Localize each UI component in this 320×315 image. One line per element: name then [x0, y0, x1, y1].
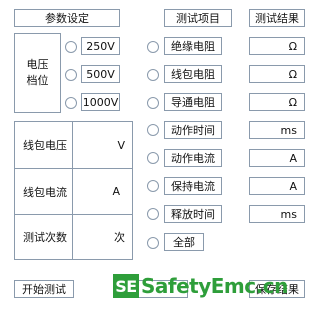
insulation-resistance-button[interactable]: 绝缘电阻: [164, 37, 222, 55]
voltage-gear-panel: 电压 档位: [14, 33, 61, 113]
action-time-result: ms: [249, 121, 305, 139]
coil-resistance-result: Ω: [249, 65, 305, 83]
action-time-radio[interactable]: [147, 124, 159, 136]
voltage-gear-label: 电压 档位: [26, 58, 49, 87]
release-time-button[interactable]: 释放时间: [164, 205, 222, 223]
voltage-250v-button[interactable]: 250V: [81, 37, 120, 55]
coil-current-value: A: [112, 185, 120, 198]
conduction-resistance-result: Ω: [249, 93, 305, 111]
voltage-500v-button[interactable]: 500V: [81, 65, 120, 83]
action-time-button[interactable]: 动作时间: [164, 121, 222, 139]
action-current-button[interactable]: 动作电流: [164, 149, 222, 167]
coil-current-label: 线包电流: [23, 185, 67, 199]
release-time-result: ms: [249, 205, 305, 223]
conduction-resistance-radio[interactable]: [147, 97, 159, 109]
test-count-label: 测试次数: [23, 231, 67, 244]
test-results-button[interactable]: 测试结果: [249, 9, 305, 27]
all-items-button[interactable]: 全部: [164, 233, 204, 251]
readout-table: 线包电压 V 线包电流 A 测试次数 次: [14, 121, 133, 260]
coil-voltage-label: 线包电压: [23, 139, 67, 152]
conduction-resistance-button[interactable]: 导通电阻: [164, 93, 222, 111]
coil-voltage-value: V: [117, 138, 125, 152]
all-items-radio[interactable]: [147, 237, 159, 249]
holding-current-radio[interactable]: [147, 180, 159, 192]
insulation-resistance-result: Ω: [249, 37, 305, 55]
test-items-button[interactable]: 测试项目: [164, 9, 232, 27]
action-current-result: A: [249, 149, 305, 167]
insulation-resistance-radio[interactable]: [147, 41, 159, 53]
coil-resistance-radio[interactable]: [147, 69, 159, 81]
voltage-1000v-button[interactable]: 1000V: [81, 93, 120, 111]
release-time-radio[interactable]: [147, 208, 159, 220]
holding-current-button[interactable]: 保持电流: [164, 177, 222, 195]
coil-resistance-button[interactable]: 线包电阻: [164, 65, 222, 83]
voltage-1000v-radio[interactable]: [65, 97, 77, 109]
start-test-button[interactable]: 开始测试: [14, 280, 74, 298]
param-settings-button[interactable]: 参数设定: [14, 9, 120, 27]
action-current-radio[interactable]: [147, 152, 159, 164]
watermark-text: SafetyEmc.cn: [141, 274, 288, 298]
test-count-value: 次: [114, 231, 125, 244]
voltage-250v-radio[interactable]: [65, 41, 77, 53]
holding-current-result: A: [249, 177, 305, 195]
voltage-500v-radio[interactable]: [65, 69, 77, 81]
watermark-logo-icon: SE: [113, 274, 139, 298]
safetyemc-watermark: SE SafetyEmc.cn: [113, 273, 288, 299]
